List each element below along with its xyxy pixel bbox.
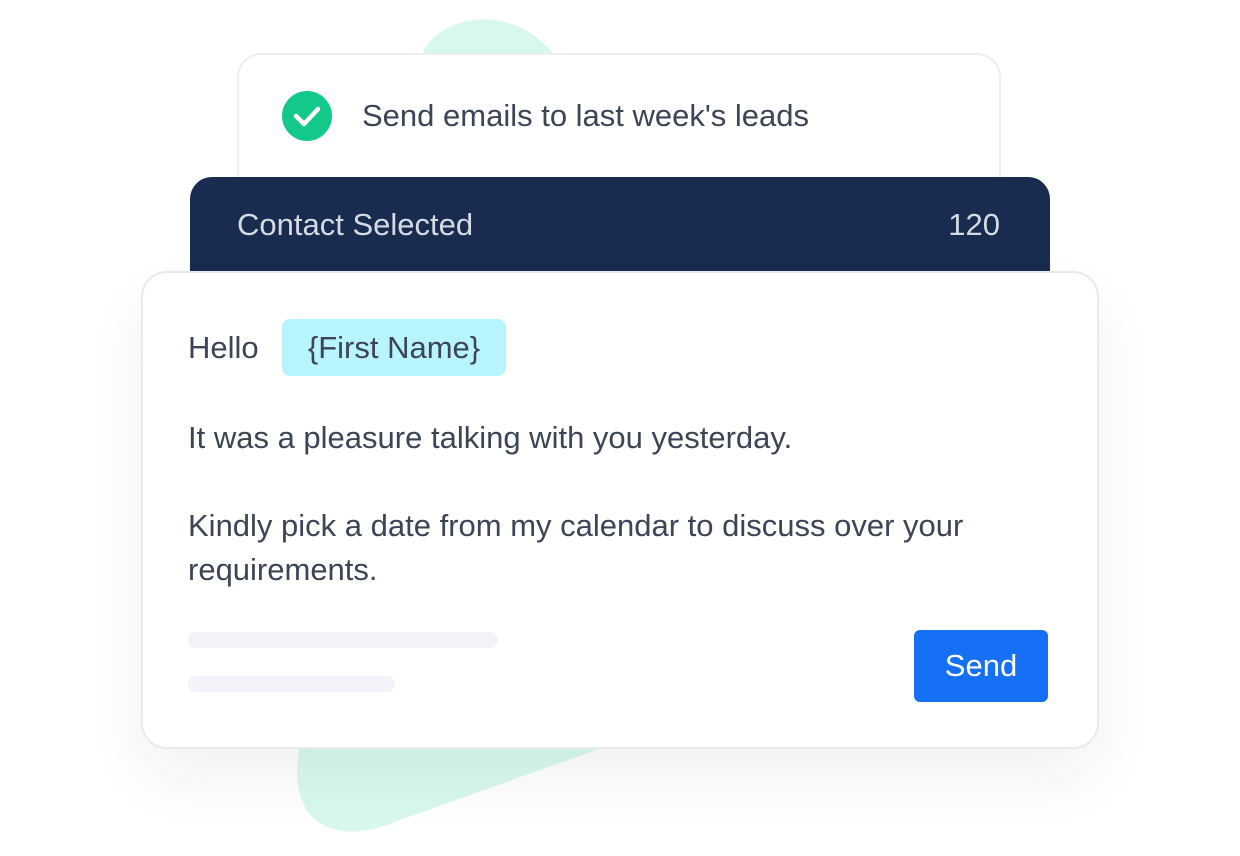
- greeting-text: Hello: [188, 330, 259, 365]
- placeholder-line: [188, 632, 498, 648]
- task-title: Send emails to last week's leads: [362, 98, 810, 133]
- email-body-line-1: It was a pleasure talking with you yeste…: [188, 420, 793, 455]
- email-body-line-3: requirements.: [188, 552, 378, 587]
- first-name-token[interactable]: {First Name}: [282, 319, 506, 376]
- placeholder-line: [188, 676, 395, 692]
- check-circle-icon: [282, 91, 332, 141]
- email-campaign-illustration: Send emails to last week's leads Contact…: [0, 0, 1240, 856]
- contact-selected-label: Contact Selected: [237, 207, 474, 242]
- blob-bottom: [297, 745, 610, 832]
- email-body-line-2: Kindly pick a date from my calendar to d…: [188, 508, 964, 543]
- contact-count: 120: [948, 207, 1000, 242]
- send-button[interactable]: Send: [914, 630, 1048, 702]
